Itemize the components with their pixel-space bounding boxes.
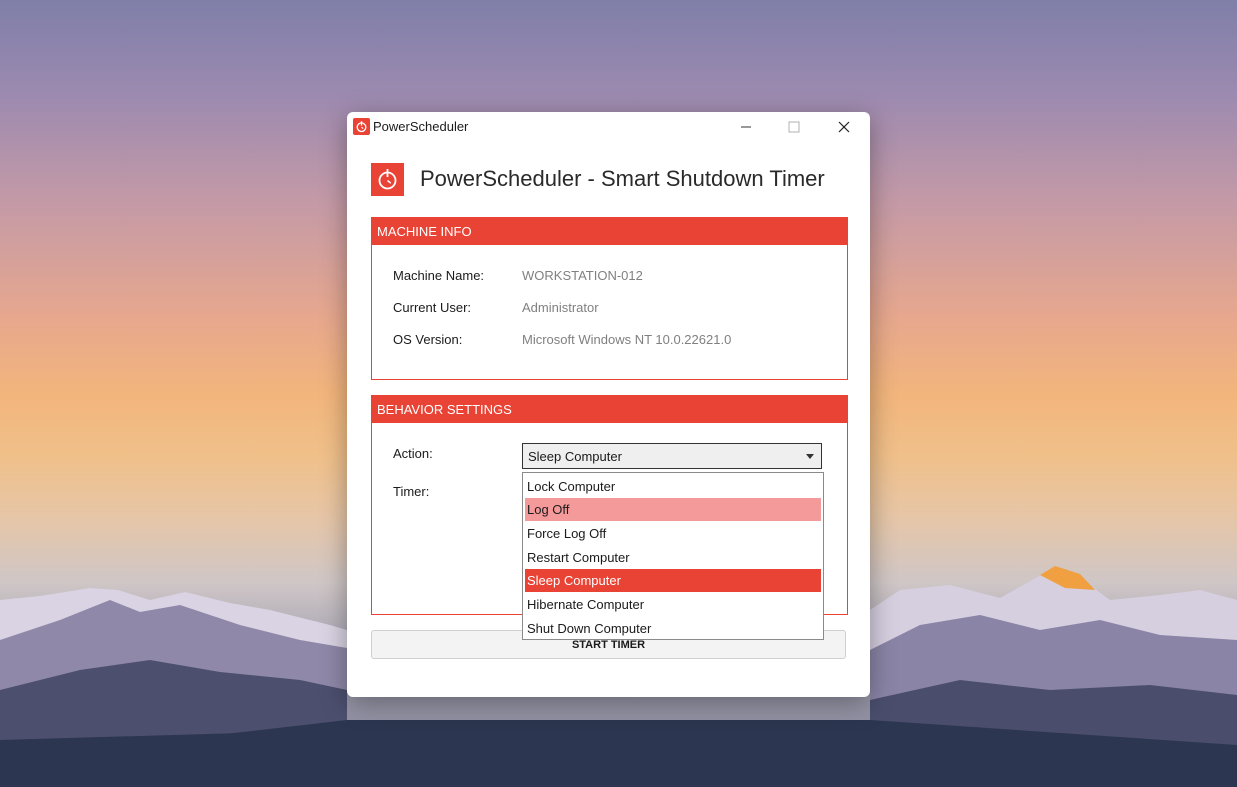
close-button[interactable] [821, 112, 867, 142]
timer-label: Timer: [393, 484, 430, 499]
action-select-value: Sleep Computer [528, 449, 622, 464]
maximize-icon [788, 121, 800, 133]
current-user-label: Current User: [393, 300, 472, 315]
minimize-icon [741, 126, 751, 128]
os-version-label: OS Version: [393, 332, 463, 347]
power-timer-icon [353, 118, 370, 135]
app-logo-icon [371, 163, 404, 196]
os-version-value: Microsoft Windows NT 10.0.22621.0 [522, 332, 732, 347]
machine-name-value: WORKSTATION-012 [522, 268, 643, 283]
machine-info-header: MACHINE INFO [372, 218, 847, 245]
dropdown-option-sleep-computer[interactable]: Sleep Computer [525, 569, 821, 592]
machine-info-panel: MACHINE INFO Machine Name: WORKSTATION-0… [371, 217, 848, 380]
title-bar: PowerScheduler [347, 112, 870, 142]
dropdown-option-restart-computer[interactable]: Restart Computer [525, 546, 821, 569]
dropdown-option-force-log-off[interactable]: Force Log Off [525, 522, 821, 545]
action-dropdown-list: Lock Computer Log Off Force Log Off Rest… [522, 472, 824, 640]
action-label: Action: [393, 446, 433, 461]
maximize-button[interactable] [771, 112, 817, 142]
dropdown-option-log-off[interactable]: Log Off [525, 498, 821, 521]
app-heading: PowerScheduler - Smart Shutdown Timer [420, 166, 825, 191]
dropdown-option-hibernate-computer[interactable]: Hibernate Computer [525, 593, 821, 616]
machine-name-label: Machine Name: [393, 268, 485, 283]
action-select[interactable]: Sleep Computer [522, 443, 822, 469]
minimize-button[interactable] [723, 112, 769, 142]
dropdown-option-lock-computer[interactable]: Lock Computer [525, 475, 821, 498]
behavior-settings-header: BEHAVIOR SETTINGS [372, 396, 847, 423]
chevron-down-icon [806, 454, 814, 459]
close-icon [838, 121, 850, 133]
window-title: PowerScheduler [373, 119, 469, 134]
dropdown-option-shut-down-computer[interactable]: Shut Down Computer [525, 617, 821, 640]
current-user-value: Administrator [522, 300, 599, 315]
